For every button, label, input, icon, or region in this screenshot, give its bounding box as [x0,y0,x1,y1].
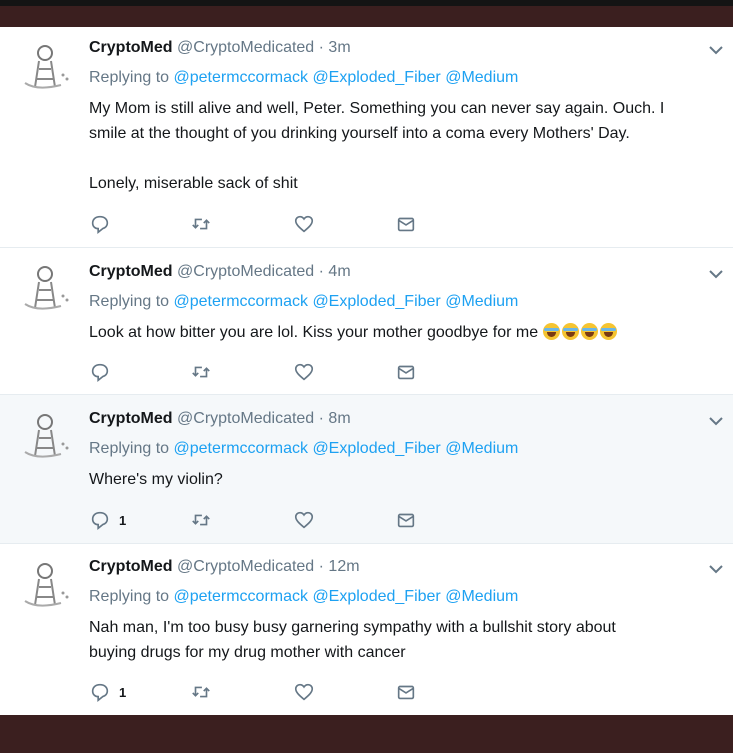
timestamp[interactable]: · 8m [319,410,351,427]
tweet-text: Look at how bitter you are lol. Kiss you… [89,320,709,345]
dm-button[interactable] [395,681,417,703]
tweet-actions: 1 [89,509,429,533]
replying-prefix: Replying to [89,440,170,457]
tweet[interactable]: CryptoMed @CryptoMedicated · 8m Replying… [0,395,733,544]
handle[interactable]: @CryptoMedicated [177,410,314,427]
retweet-button[interactable] [190,509,212,531]
reply-button[interactable] [89,213,119,235]
like-icon [294,683,314,701]
display-name[interactable]: CryptoMed [89,263,173,280]
reply-count: 1 [119,684,127,700]
tweet-text-line: Look at how bitter you are lol. Kiss you… [89,324,539,341]
timestamp[interactable]: · 3m [319,39,351,56]
tears-of-joy-emoji [561,323,579,340]
dm-button[interactable] [395,361,417,383]
tweet-actions [89,213,429,237]
chevron-down-icon[interactable] [707,560,725,578]
handle[interactable]: @CryptoMedicated [177,558,314,575]
tears-of-joy-emoji [580,323,598,340]
tweet-text-line: smile at the thought of you drinking you… [89,125,630,142]
avatar[interactable] [17,39,73,95]
replying-prefix: Replying to [89,69,170,86]
tweet-feed: CryptoMed @CryptoMedicated · 3m Replying… [0,27,733,715]
reply-icon [91,363,109,382]
retweet-button[interactable] [190,361,212,383]
tweet-header: CryptoMed @CryptoMedicated · 12m [89,558,360,576]
chevron-down-icon[interactable] [707,265,725,283]
display-name[interactable]: CryptoMed [89,39,173,56]
chevron-down-icon[interactable] [707,41,725,59]
display-name[interactable]: CryptoMed [89,558,173,575]
top-frame [0,6,733,27]
retweet-icon [192,686,210,698]
tweet-actions [89,361,429,385]
tweet-text-line [89,146,709,171]
tweet-text-line: Where's my violin? [89,471,223,488]
like-icon [294,215,314,233]
dm-icon [397,365,415,380]
reply-button[interactable]: 1 [89,681,126,703]
like-button[interactable] [293,213,315,235]
tweet[interactable]: CryptoMed @CryptoMedicated · 12m Replyin… [0,544,733,715]
tweet-header: CryptoMed @CryptoMedicated · 4m [89,263,351,281]
tweet[interactable]: CryptoMed @CryptoMedicated · 3m Replying… [0,27,733,248]
retweet-button[interactable] [190,681,212,703]
like-button[interactable] [293,361,315,383]
like-icon [294,363,314,381]
replying-to: Replying to @petermccormack @Exploded_Fi… [89,69,518,87]
tweet-text: Where's my violin? [89,467,709,492]
avatar[interactable] [17,260,73,316]
reply-icon [91,683,109,702]
timestamp[interactable]: · 4m [319,263,351,280]
tweet-text-line: My Mom is still alive and well, Peter. S… [89,100,665,117]
retweet-icon [192,218,210,230]
dm-icon [397,685,415,700]
handle[interactable]: @CryptoMedicated [177,39,314,56]
reply-button[interactable] [89,361,119,383]
reply-icon [91,511,109,530]
replying-to: Replying to @petermccormack @Exploded_Fi… [89,293,518,311]
avatar[interactable] [17,408,73,464]
avatar[interactable] [17,557,73,613]
replying-to: Replying to @petermccormack @Exploded_Fi… [89,440,518,458]
retweet-button[interactable] [190,213,212,235]
retweet-icon [192,366,210,378]
tweet-text: My Mom is still alive and well, Peter. S… [89,96,709,196]
replying-prefix: Replying to [89,588,170,605]
tweet-actions: 1 [89,681,429,705]
reply-count: 1 [119,512,127,528]
tweet-text-line: Nah man, I'm too busy busy garnering sym… [89,619,616,636]
like-button[interactable] [293,509,315,531]
tears-of-joy-emoji [599,323,617,340]
mention-links[interactable]: @petermccormack @Exploded_Fiber @Medium [174,440,519,457]
tweet-text-line: buying drugs for my drug mother with can… [89,644,406,661]
tweet[interactable]: CryptoMed @CryptoMedicated · 4m Replying… [0,248,733,395]
dm-icon [397,217,415,232]
display-name[interactable]: CryptoMed [89,410,173,427]
timestamp[interactable]: · 12m [319,558,360,575]
like-icon [294,511,314,529]
reply-button[interactable]: 1 [89,509,126,531]
dm-button[interactable] [395,509,417,531]
mention-links[interactable]: @petermccormack @Exploded_Fiber @Medium [174,293,519,310]
tweet-header: CryptoMed @CryptoMedicated · 3m [89,39,351,57]
dm-button[interactable] [395,213,417,235]
tweet-header: CryptoMed @CryptoMedicated · 8m [89,410,351,428]
tweet-text: Nah man, I'm too busy busy garnering sym… [89,615,709,665]
tears-of-joy-emoji [542,323,560,340]
tweet-text-line: Lonely, miserable sack of shit [89,175,298,192]
reply-icon [91,215,109,234]
handle[interactable]: @CryptoMedicated [177,263,314,280]
chevron-down-icon[interactable] [707,412,725,430]
mention-links[interactable]: @petermccormack @Exploded_Fiber @Medium [174,69,519,86]
replying-to: Replying to @petermccormack @Exploded_Fi… [89,588,518,606]
retweet-icon [192,514,210,526]
bottom-frame [0,715,733,753]
mention-links[interactable]: @petermccormack @Exploded_Fiber @Medium [174,588,519,605]
like-button[interactable] [293,681,315,703]
replying-prefix: Replying to [89,293,170,310]
dm-icon [397,513,415,528]
